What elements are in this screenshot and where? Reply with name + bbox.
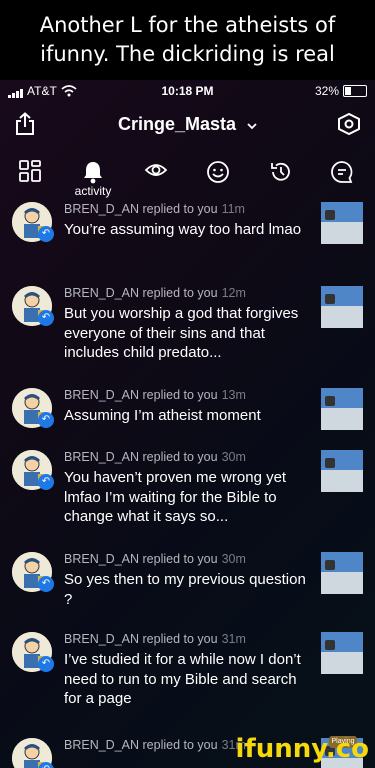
notification-action: replied to you [142,552,218,566]
notification-user[interactable]: BREN_D_AN [64,388,139,402]
reply-arrow-icon: ↶ [38,576,54,592]
notification-user[interactable]: BREN_D_AN [64,552,139,566]
profile-title: Cringe_Masta [117,114,237,134]
post-thumbnail[interactable] [321,388,363,430]
reply-arrow-icon: ↶ [38,474,54,490]
reply-arrow-icon: ↶ [38,412,54,428]
notification-time: 30m [221,552,246,566]
history-icon[interactable] [261,160,301,189]
status-bar: AT&T 10:18 PM 32% [0,80,375,102]
notification-meta: BREN_D_AN replied to you 30m [64,450,246,464]
notification-message: I’ve studied it for a while now I don’t … [64,651,301,707]
reply-arrow-icon: ↶ [38,656,54,672]
chevron-down-icon [247,123,257,130]
notification-user[interactable]: BREN_D_AN [64,738,139,752]
notification-time: 31m [221,632,246,646]
notification-message: So yes then to my previous question ? [64,571,306,608]
notification-user[interactable]: BREN_D_AN [64,202,139,216]
notification-meta: BREN_D_AN replied to you 31m [64,738,246,752]
post-thumbnail[interactable] [321,450,363,492]
notification-meta: BREN_D_AN replied to you 31m [64,632,246,646]
notification-time: 12m [221,286,246,300]
notification-meta: BREN_D_AN replied to you 11m [64,202,245,216]
notification-user[interactable]: BREN_D_AN [64,450,139,464]
notification-meta: BREN_D_AN replied to you 12m [64,286,246,300]
notification-user[interactable]: BREN_D_AN [64,632,139,646]
reply-arrow-icon: ↶ [38,226,54,242]
reply-arrow-icon: ↶ [38,762,54,768]
profile-header: Cringe_Masta [0,102,375,146]
battery-info: 32% [315,84,367,98]
notification-time: 11m [221,202,245,216]
meme-caption: Another L for the atheists of ifunny. Th… [0,0,375,80]
post-thumbnail[interactable] [321,202,363,244]
battery-icon [343,85,367,97]
app-screen: AT&T 10:18 PM 32% Cringe_Masta activity … [0,80,375,768]
notification-action: replied to you [142,450,218,464]
notification-meta: BREN_D_AN replied to you 30m [64,552,246,566]
notification-message: But you worship a god that forgives ever… [64,305,299,361]
settings-icon[interactable] [337,112,361,141]
notification-meta: BREN_D_AN replied to you 13m [64,388,246,402]
notification-action: replied to you [142,738,218,752]
notification-user[interactable]: BREN_D_AN [64,286,139,300]
eye-icon[interactable] [136,160,176,185]
caption-line-1: Another L for the atheists of [39,13,336,37]
notification-action: replied to you [142,202,218,216]
notification-action: replied to you [142,388,218,402]
reply-arrow-icon: ↶ [38,310,54,326]
notification-message: You’re assuming way too hard lmao [64,221,302,238]
chat-icon[interactable] [322,160,362,189]
notification-action: replied to you [142,632,218,646]
tab-bar [0,152,375,202]
battery-percent: 32% [314,84,339,98]
post-thumbnail[interactable] [321,552,363,594]
profile-switcher[interactable]: Cringe_Masta [0,114,375,135]
ifunny-watermark: ifunny.co [235,734,369,764]
smiley-icon[interactable] [198,160,238,189]
notification-message: Assuming I’m atheist moment [64,407,261,424]
tab-label-activity: activity [74,184,112,198]
notification-action: replied to you [142,286,218,300]
notification-time: 30m [221,450,246,464]
post-thumbnail[interactable] [321,632,363,674]
notification-message: You haven’t proven me wrong yet lmfao I’… [64,469,287,525]
grid-icon[interactable] [10,160,50,187]
caption-line-2: ifunny. The dickriding is real [40,42,335,66]
notification-time: 13m [221,388,246,402]
post-thumbnail[interactable] [321,286,363,328]
